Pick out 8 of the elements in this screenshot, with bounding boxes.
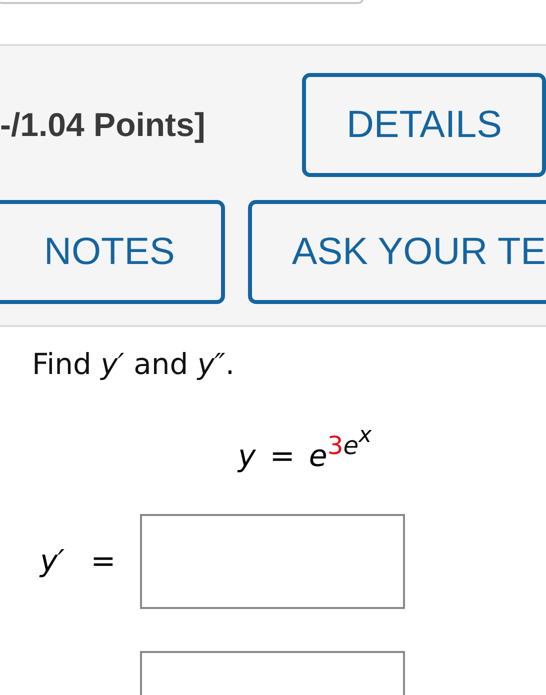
equals-sign: =	[90, 544, 116, 580]
ask-teacher-button[interactable]: ASK YOUR TE	[248, 200, 546, 304]
notes-button[interactable]: NOTES	[0, 200, 225, 304]
answer-field[interactable]	[140, 514, 405, 610]
question-text: Find y′ and y″.	[32, 347, 236, 381]
variable-label: y′	[40, 544, 65, 580]
details-button[interactable]: DETAILS	[302, 73, 546, 177]
points-label: -/1.04 Points]	[0, 106, 206, 144]
